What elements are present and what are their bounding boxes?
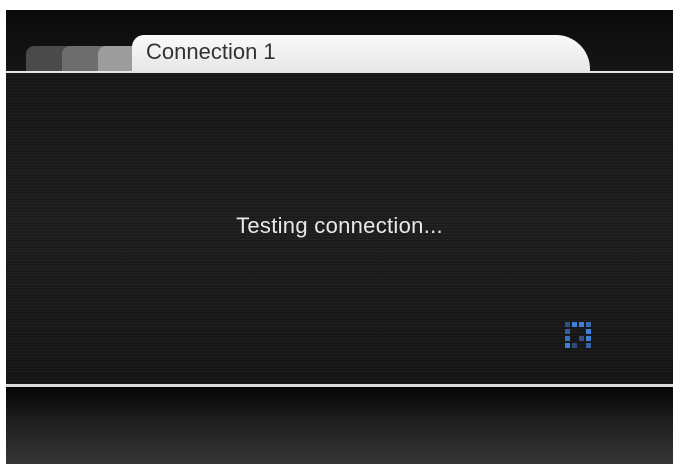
footer-band — [6, 387, 673, 464]
wii-settings-screen: Connection 1 Testing connection... — [6, 10, 673, 464]
loading-spinner-icon — [565, 322, 591, 348]
status-message: Testing connection... — [236, 213, 443, 238]
tab-connection-1-label: Connection 1 — [146, 39, 276, 64]
tab-connection-1[interactable]: Connection 1 — [132, 35, 590, 73]
connection-test-panel: Testing connection... — [6, 73, 673, 384]
